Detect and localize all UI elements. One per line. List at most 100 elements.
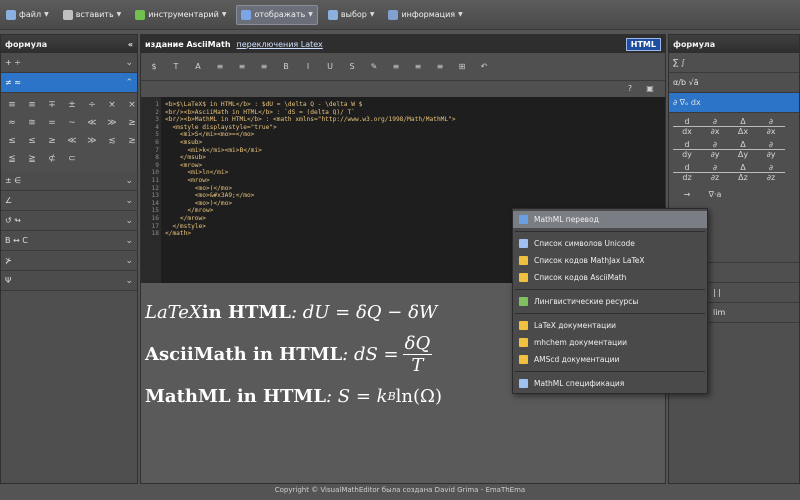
toolbar-button[interactable]: ≡ bbox=[213, 60, 227, 74]
symbol-button[interactable]: ≦ bbox=[4, 151, 20, 167]
image-icon[interactable]: ▣ bbox=[643, 81, 657, 95]
left-section-label: B ↔ C bbox=[5, 236, 28, 245]
context-menu-item[interactable]: mhchem документации bbox=[513, 334, 707, 351]
caret-down-icon: ▼ bbox=[221, 11, 227, 18]
symbol-button[interactable]: ≳ bbox=[124, 133, 140, 149]
left-section-row[interactable]: ↺ ↬ ⌄ bbox=[1, 211, 137, 231]
derivative-numerator: ∂ bbox=[701, 140, 729, 150]
derivative-button[interactable]: Δ Δy bbox=[729, 140, 757, 159]
symbol-button[interactable]: ≫ bbox=[104, 115, 120, 131]
derivative-button[interactable]: ∂ ∂x bbox=[701, 117, 729, 136]
symbol-button[interactable]: ≤ bbox=[24, 133, 40, 149]
symbol-button[interactable]: ≅ bbox=[24, 115, 40, 131]
help-icon[interactable]: ? bbox=[623, 81, 637, 95]
context-menu-item[interactable]: Список кодов MathJax LaTeX bbox=[513, 252, 707, 269]
toolbar-button[interactable]: ≡ bbox=[433, 60, 447, 74]
toolbar-button[interactable]: I bbox=[301, 60, 315, 74]
derivative-button[interactable]: ∂ ∂x bbox=[757, 117, 785, 136]
symbol-button[interactable]: ≧ bbox=[24, 151, 40, 167]
vector-arrow-button[interactable]: → bbox=[673, 190, 701, 199]
derivative-button[interactable]: Δ Δz bbox=[729, 163, 757, 182]
derivative-button[interactable]: Δ Δx bbox=[729, 117, 757, 136]
left-section-label: ↺ ↬ bbox=[5, 216, 21, 225]
derivative-button[interactable]: d dx bbox=[673, 117, 701, 136]
file-icon bbox=[6, 9, 16, 20]
derivative-button[interactable]: ∂ ∂z bbox=[757, 163, 785, 182]
symbol-button[interactable]: ≪ bbox=[64, 133, 80, 149]
derivative-numerator: ∂ bbox=[701, 163, 729, 173]
divergence-button[interactable]: ∇·a bbox=[701, 190, 729, 199]
right-section-sums[interactable]: ∑ ∫ bbox=[669, 53, 799, 73]
symbol-button[interactable]: ≫ bbox=[84, 133, 100, 149]
symbol-button[interactable]: × bbox=[124, 97, 140, 113]
context-menu-item[interactable]: Список кодов AsciiMath bbox=[513, 269, 707, 286]
derivative-button[interactable]: ∂ ∂z bbox=[701, 163, 729, 182]
symbol-button[interactable]: ≪ bbox=[84, 115, 100, 131]
symbol-button[interactable]: ≈ bbox=[4, 115, 20, 131]
toolbar-button[interactable]: T bbox=[169, 60, 183, 74]
left-section-relations[interactable]: ≠ ≈ ⌃ bbox=[1, 73, 137, 93]
toolbar-button[interactable]: $ bbox=[147, 60, 161, 74]
derivative-button[interactable]: d dy bbox=[673, 140, 701, 159]
left-section-row[interactable]: ∠ ⌄ bbox=[1, 191, 137, 211]
symbol-button[interactable]: ± bbox=[64, 97, 80, 113]
symbol-button[interactable]: ⊄ bbox=[44, 151, 60, 167]
abs-button[interactable]: | | bbox=[713, 288, 721, 297]
left-section-arith[interactable]: + ÷ ⌄ bbox=[1, 53, 137, 73]
left-section-row[interactable]: Ψ ⌄ bbox=[1, 271, 137, 291]
symbol-button[interactable]: × bbox=[104, 97, 120, 113]
context-menu-item[interactable]: Список символов Unicode bbox=[513, 235, 707, 252]
toolbar-button[interactable]: ⊞ bbox=[455, 60, 469, 74]
symbol-button[interactable]: ≤ bbox=[4, 133, 20, 149]
symbol-button[interactable]: ≡ bbox=[24, 97, 40, 113]
context-menu-label: Лингвистические ресурсы bbox=[534, 297, 639, 306]
line-number: 1 bbox=[155, 101, 159, 108]
toolbar-button[interactable]: A bbox=[191, 60, 205, 74]
symbol-button[interactable]: ⊂ bbox=[64, 151, 80, 167]
derivative-button[interactable]: ∂ ∂y bbox=[757, 140, 785, 159]
symbol-button[interactable]: ~ bbox=[64, 115, 80, 131]
menu-tools[interactable]: инструментарий ▼ bbox=[131, 5, 230, 25]
symbol-button[interactable]: ÷ bbox=[84, 97, 100, 113]
code-text[interactable]: <b>$\LaTeX$ in HTML</b> : $dU = \delta Q… bbox=[161, 97, 456, 283]
context-menu-label: MathML спецификация bbox=[534, 379, 625, 388]
menu-insert[interactable]: вставить ▼ bbox=[59, 5, 126, 25]
toolbar-button[interactable]: B bbox=[279, 60, 293, 74]
toolbar-button[interactable]: ↶ bbox=[477, 60, 491, 74]
toolbar-button[interactable]: U bbox=[323, 60, 337, 74]
html-badge[interactable]: HTML bbox=[625, 37, 661, 51]
context-menu-item[interactable]: Лингвистические ресурсы bbox=[513, 293, 707, 310]
menu-file[interactable]: файл ▼ bbox=[2, 5, 53, 25]
context-menu: MathML перевод Список символов Unicode Спи… bbox=[512, 208, 708, 394]
right-section-derivatives[interactable]: ∂ ∇ₒ dx bbox=[669, 93, 799, 113]
context-menu-item[interactable]: AMScd документации bbox=[513, 351, 707, 368]
symbol-button[interactable]: ≲ bbox=[104, 133, 120, 149]
derivative-button[interactable]: d dz bbox=[673, 163, 701, 182]
toolbar-button[interactable]: S bbox=[345, 60, 359, 74]
symbol-button[interactable]: ≥ bbox=[124, 115, 140, 131]
collapse-icon[interactable]: « bbox=[128, 40, 133, 49]
lim-button[interactable]: lim bbox=[713, 308, 725, 317]
right-section-label: ∑ ∫ bbox=[673, 58, 686, 67]
toolbar-button[interactable]: ≡ bbox=[235, 60, 249, 74]
context-menu-item[interactable]: MathML спецификация bbox=[513, 375, 707, 392]
menu-display[interactable]: отображать ▼ bbox=[236, 4, 318, 25]
symbol-button[interactable]: = bbox=[44, 115, 60, 131]
derivative-button[interactable]: ∂ ∂y bbox=[701, 140, 729, 159]
toolbar-button[interactable]: ≡ bbox=[257, 60, 271, 74]
toolbar-button[interactable]: ✎ bbox=[367, 60, 381, 74]
symbol-button[interactable]: ≡ bbox=[4, 97, 20, 113]
left-section-row[interactable]: ± ∈ ⌄ bbox=[1, 171, 137, 191]
context-menu-item[interactable]: LaTeX документации bbox=[513, 317, 707, 334]
symbol-button[interactable]: ∓ bbox=[44, 97, 60, 113]
right-section-fractions[interactable]: α/b √ā bbox=[669, 73, 799, 93]
menu-select[interactable]: выбор ▼ bbox=[324, 5, 379, 25]
toolbar-button[interactable]: ≡ bbox=[389, 60, 403, 74]
switch-latex-link[interactable]: переключения Latex bbox=[237, 40, 323, 49]
symbol-button[interactable]: ≥ bbox=[44, 133, 60, 149]
menu-info[interactable]: информация ▼ bbox=[384, 5, 466, 25]
left-section-row[interactable]: ⊁ ⌄ bbox=[1, 251, 137, 271]
context-menu-item[interactable]: MathML перевод bbox=[513, 211, 707, 228]
left-section-row[interactable]: B ↔ C ⌄ bbox=[1, 231, 137, 251]
toolbar-button[interactable]: ≡ bbox=[411, 60, 425, 74]
